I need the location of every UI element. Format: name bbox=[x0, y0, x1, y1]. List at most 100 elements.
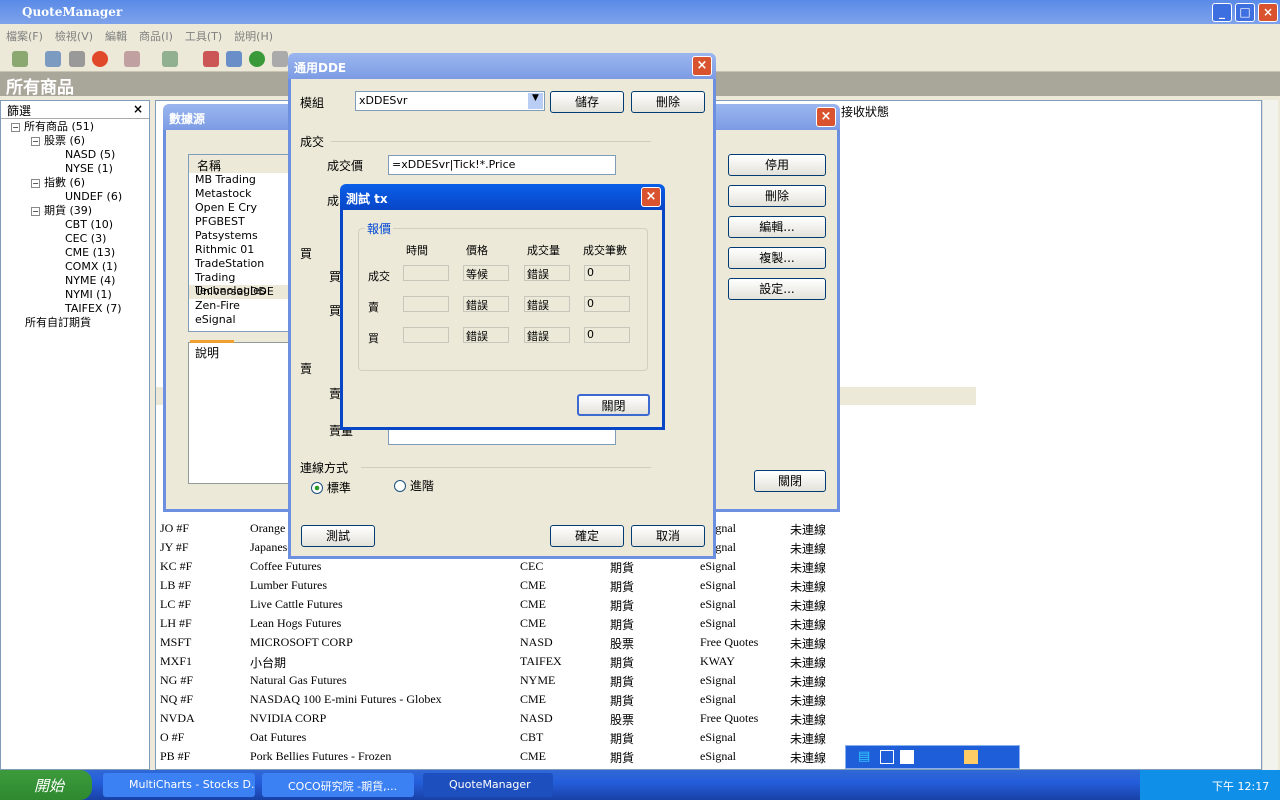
input-method-icon[interactable]: ▤ bbox=[858, 749, 870, 764]
exchange-icon[interactable] bbox=[272, 51, 288, 67]
datasource-button[interactable]: 複製... bbox=[728, 247, 826, 269]
close-button[interactable]: 關閉 bbox=[577, 394, 650, 416]
menu-item[interactable]: 檢視(V) bbox=[55, 30, 93, 43]
close-icon[interactable]: × bbox=[692, 56, 712, 76]
help-icon[interactable] bbox=[964, 750, 978, 764]
gear-icon[interactable] bbox=[69, 51, 85, 67]
menu-item[interactable]: 工具(T) bbox=[185, 30, 222, 43]
table-cell: Coffee Futures bbox=[250, 559, 322, 573]
taskbar-item[interactable]: MultiCharts - Stocks D... bbox=[103, 773, 255, 797]
edit-symbol-icon[interactable] bbox=[45, 51, 61, 67]
datasource-button[interactable]: 停用 bbox=[728, 154, 826, 176]
datasource-button[interactable]: 刪除 bbox=[728, 185, 826, 207]
import-icon[interactable] bbox=[162, 51, 178, 67]
expand-icon[interactable]: − bbox=[11, 123, 20, 132]
tree-item[interactable]: CEC (3) bbox=[1, 232, 149, 246]
expand-icon[interactable]: − bbox=[31, 179, 40, 188]
table-cell: TAIFEX bbox=[520, 654, 562, 668]
tree-item-label: 股票 (6) bbox=[44, 134, 86, 147]
table-row[interactable]: LB #F Lumber Futures CME 期貨 eSignal 未連線 bbox=[156, 576, 976, 595]
tree-item[interactable]: − 期貨 (39) bbox=[1, 204, 149, 218]
table-row[interactable]: NVDA NVIDIA CORP NASD 股票 Free Quotes 未連線 bbox=[156, 709, 976, 728]
language-bar[interactable]: ▤ bbox=[845, 745, 1020, 769]
list-item[interactable]: Rithmic 01 bbox=[189, 243, 297, 257]
trade-qty-label: 成 bbox=[327, 194, 340, 208]
tree-item[interactable]: NYSE (1) bbox=[1, 162, 149, 176]
expand-icon[interactable]: − bbox=[31, 137, 40, 146]
list-item[interactable]: Metastock bbox=[189, 187, 297, 201]
tree-item[interactable]: − 指數 (6) bbox=[1, 176, 149, 190]
close-icon[interactable]: × bbox=[133, 102, 143, 116]
tree-item[interactable]: NYME (4) bbox=[1, 274, 149, 288]
list-item[interactable]: Patsystems bbox=[189, 229, 297, 243]
table-row[interactable]: MSFT MICROSOFT CORP NASD 股票 Free Quotes 未連線 bbox=[156, 633, 976, 652]
table-cell: 期貨 bbox=[610, 580, 635, 594]
new-symbol-icon[interactable] bbox=[12, 51, 28, 67]
save-button[interactable]: 儲存 bbox=[550, 91, 624, 113]
trade-price-input[interactable]: =xDDESvr|Tick!*.Price bbox=[388, 155, 616, 175]
table-row[interactable]: NG #F Natural Gas Futures NYME 期貨 eSignal 未連線 bbox=[156, 671, 976, 690]
tree-item[interactable]: NYMI (1) bbox=[1, 288, 149, 302]
stop-icon[interactable] bbox=[92, 51, 108, 67]
vertical-scrollbar[interactable] bbox=[1262, 100, 1278, 770]
table-row[interactable]: LC #F Live Cattle Futures CME 期貨 eSignal 未連線 bbox=[156, 595, 976, 614]
tree-item[interactable]: CME (13) bbox=[1, 246, 149, 260]
list-item[interactable]: Zen-Fire bbox=[189, 299, 297, 313]
calendar-icon[interactable] bbox=[203, 51, 219, 67]
session-icon[interactable] bbox=[226, 51, 242, 67]
list-item[interactable]: PFGBEST bbox=[189, 215, 297, 229]
module-select[interactable]: xDDESvr ▼ bbox=[355, 91, 545, 111]
export-icon[interactable] bbox=[124, 51, 140, 67]
delete-button[interactable]: 刪除 bbox=[631, 91, 705, 113]
table-row[interactable]: MXF1 小台期 TAIFEX 期貨 KWAY 未連線 bbox=[156, 652, 976, 671]
tree-item[interactable]: TAIFEX (7) bbox=[1, 302, 149, 316]
maximize-button[interactable]: □ bbox=[1235, 3, 1255, 22]
expand-icon[interactable]: − bbox=[31, 207, 40, 216]
tree-item-label: NASD (5) bbox=[65, 148, 116, 161]
tree-item[interactable]: − 股票 (6) bbox=[1, 134, 149, 148]
list-item[interactable]: Open E Cry bbox=[189, 201, 297, 215]
tree-item[interactable]: − 所有商品 (51) bbox=[1, 120, 149, 134]
ok-button[interactable]: 確定 bbox=[550, 525, 624, 547]
tree-item[interactable]: UNDEF (6) bbox=[1, 190, 149, 204]
tree-item[interactable]: 所有自訂期貨 bbox=[1, 316, 149, 330]
clock-icon[interactable] bbox=[249, 51, 265, 67]
close-button[interactable]: × bbox=[1258, 3, 1278, 22]
cancel-button[interactable]: 取消 bbox=[631, 525, 705, 547]
close-button[interactable]: 關閉 bbox=[754, 470, 826, 492]
chevron-down-icon[interactable]: ▼ bbox=[528, 93, 543, 109]
close-icon[interactable]: × bbox=[816, 107, 836, 127]
taskbar-item[interactable]: COCO研究院 -期貨,... bbox=[262, 773, 414, 797]
taskbar-item[interactable]: QuoteManager bbox=[423, 773, 553, 797]
tree-item[interactable]: COMX (1) bbox=[1, 260, 149, 274]
table-row[interactable]: LH #F Lean Hogs Futures CME 期貨 eSignal 未連線 bbox=[156, 614, 976, 633]
datasource-button[interactable]: 設定... bbox=[728, 278, 826, 300]
radio-advanced[interactable]: 進階 bbox=[394, 477, 434, 494]
tree-item[interactable]: NASD (5) bbox=[1, 148, 149, 162]
radio-standard[interactable]: 標準 bbox=[311, 479, 351, 496]
menu-item[interactable]: 檔案(F) bbox=[6, 30, 43, 43]
tab-description[interactable]: 說明 bbox=[190, 340, 234, 360]
menu-item[interactable]: 商品(I) bbox=[139, 30, 173, 43]
ime-mode-icon[interactable] bbox=[880, 750, 894, 764]
list-item[interactable]: Universal DDE bbox=[189, 285, 297, 299]
menu-item[interactable]: 編輯 bbox=[105, 30, 127, 43]
datasource-button[interactable]: 編輯... bbox=[728, 216, 826, 238]
tree-item[interactable]: CBT (10) bbox=[1, 218, 149, 232]
close-icon[interactable]: × bbox=[641, 187, 661, 207]
start-button[interactable]: 開始 bbox=[0, 770, 92, 800]
list-item[interactable]: TradeStation bbox=[189, 257, 297, 271]
menu-item[interactable]: 說明(H) bbox=[234, 30, 273, 43]
list-item[interactable]: MB Trading bbox=[189, 173, 297, 187]
minimize-button[interactable]: _ bbox=[1212, 3, 1232, 22]
table-row[interactable]: NQ #F NASDAQ 100 E-mini Futures - Globex C… bbox=[156, 690, 976, 709]
test-button[interactable]: 測試 bbox=[301, 525, 375, 547]
table-cell: 股票 bbox=[610, 713, 635, 727]
table-cell: Free Quotes bbox=[700, 635, 759, 649]
full-half-icon[interactable] bbox=[900, 750, 914, 764]
list-item[interactable]: Trading Technologies bbox=[189, 271, 297, 297]
datasource-list[interactable]: 名稱 MB Trading Metastock Open E Cry PFGBEST P… bbox=[188, 154, 298, 332]
column-header-status[interactable]: 接收狀態 bbox=[841, 103, 889, 120]
list-item[interactable]: eSignal bbox=[189, 313, 297, 327]
table-row[interactable]: KC #F Coffee Futures CEC 期貨 eSignal 未連線 bbox=[156, 557, 976, 576]
